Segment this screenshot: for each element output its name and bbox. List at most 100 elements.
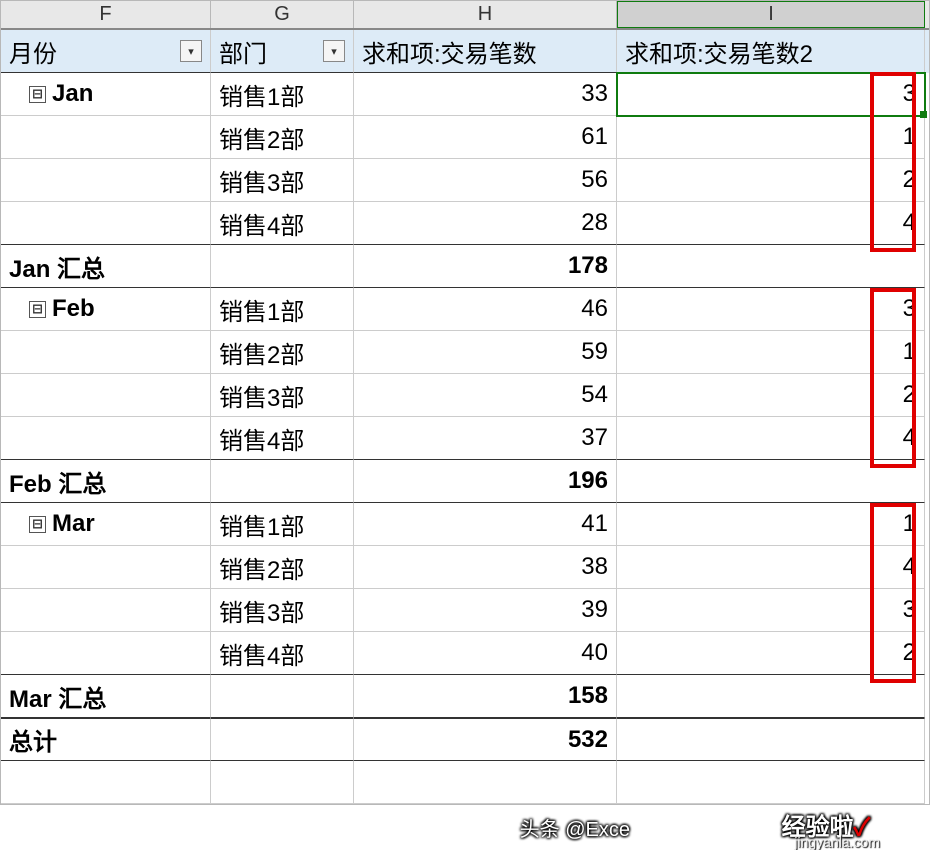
grand-total-value[interactable]: 532 <box>354 718 617 761</box>
empty-cell[interactable] <box>1 116 211 159</box>
empty-cell[interactable] <box>617 245 925 288</box>
value1-cell[interactable]: 59 <box>354 331 617 374</box>
watermark-url: jingyanla.com <box>794 834 880 850</box>
dept-cell[interactable]: 销售1部 <box>211 503 354 546</box>
group-label-cell[interactable]: ⊟ Feb <box>1 288 211 331</box>
value2-cell[interactable]: 2 <box>617 632 925 675</box>
value1-cell[interactable]: 41 <box>354 503 617 546</box>
collapse-icon[interactable]: ⊟ <box>29 516 46 533</box>
empty-cell[interactable] <box>617 460 925 503</box>
empty-cell[interactable] <box>211 718 354 761</box>
value1-cell[interactable]: 61 <box>354 116 617 159</box>
subtotal-row: Jan 汇总 178 <box>1 245 929 288</box>
table-row: 销售4部 40 2 <box>1 632 929 675</box>
grand-total-label[interactable]: 总计 <box>1 718 211 761</box>
value2-cell[interactable]: 1 <box>617 503 925 546</box>
column-header-row: F G H I <box>1 1 929 30</box>
group-name: Jan <box>52 80 93 108</box>
empty-cell[interactable] <box>617 761 925 804</box>
value1-cell[interactable]: 28 <box>354 202 617 245</box>
dropdown-icon[interactable]: ▾ <box>180 40 202 62</box>
dept-cell[interactable]: 销售3部 <box>211 159 354 202</box>
empty-cell[interactable] <box>617 718 925 761</box>
empty-cell[interactable] <box>1 202 211 245</box>
pivot-header-row: 月份 ▾ 部门 ▾ 求和项:交易笔数 求和项:交易笔数2 <box>1 30 929 73</box>
value1-cell[interactable]: 56 <box>354 159 617 202</box>
subtotal-label[interactable]: Feb 汇总 <box>1 460 211 503</box>
value1-cell[interactable]: 40 <box>354 632 617 675</box>
empty-cell[interactable] <box>1 159 211 202</box>
empty-cell[interactable] <box>211 245 354 288</box>
empty-cell[interactable] <box>1 374 211 417</box>
dept-cell[interactable]: 销售1部 <box>211 73 354 116</box>
collapse-icon[interactable]: ⊟ <box>29 301 46 318</box>
empty-cell[interactable] <box>1 632 211 675</box>
collapse-icon[interactable]: ⊟ <box>29 86 46 103</box>
empty-cell[interactable] <box>1 761 211 804</box>
header-sum1[interactable]: 求和项:交易笔数 <box>354 30 617 73</box>
header-dept[interactable]: 部门 ▾ <box>211 30 354 73</box>
value2-cell[interactable]: 1 <box>617 331 925 374</box>
col-header-f[interactable]: F <box>1 1 211 28</box>
group-label-cell[interactable]: ⊟ Mar <box>1 503 211 546</box>
empty-cell[interactable] <box>1 331 211 374</box>
table-row: 销售4部 28 4 <box>1 202 929 245</box>
value2-cell[interactable]: 4 <box>617 417 925 460</box>
subtotal-value[interactable]: 178 <box>354 245 617 288</box>
empty-cell[interactable] <box>1 589 211 632</box>
value1-cell[interactable]: 54 <box>354 374 617 417</box>
value2-cell[interactable]: 3 <box>617 589 925 632</box>
spreadsheet-grid: F G H I 月份 ▾ 部门 ▾ 求和项:交易笔数 求和项:交易笔数2 ⊟ J… <box>0 0 930 805</box>
value1-cell[interactable]: 39 <box>354 589 617 632</box>
subtotal-row: Mar 汇总 158 <box>1 675 929 718</box>
subtotal-label[interactable]: Mar 汇总 <box>1 675 211 718</box>
subtotal-label[interactable]: Jan 汇总 <box>1 245 211 288</box>
header-month[interactable]: 月份 ▾ <box>1 30 211 73</box>
empty-cell[interactable] <box>617 675 925 718</box>
dept-cell[interactable]: 销售4部 <box>211 417 354 460</box>
col-header-g[interactable]: G <box>211 1 354 28</box>
col-header-i[interactable]: I <box>617 1 925 28</box>
table-row: 销售2部 61 1 <box>1 116 929 159</box>
table-row: ⊟ Feb 销售1部 46 3 <box>1 288 929 331</box>
table-row: 销售2部 38 4 <box>1 546 929 589</box>
dept-cell[interactable]: 销售4部 <box>211 632 354 675</box>
dept-cell[interactable]: 销售2部 <box>211 331 354 374</box>
dept-cell[interactable]: 销售2部 <box>211 546 354 589</box>
dept-cell[interactable]: 销售3部 <box>211 589 354 632</box>
grand-total-row: 总计 532 <box>1 718 929 761</box>
empty-cell[interactable] <box>1 417 211 460</box>
dept-cell[interactable]: 销售3部 <box>211 374 354 417</box>
group-label-cell[interactable]: ⊟ Jan <box>1 73 211 116</box>
header-sum2[interactable]: 求和项:交易笔数2 <box>617 30 925 73</box>
value2-cell[interactable]: 3 <box>617 288 925 331</box>
group-name: Feb <box>52 295 95 323</box>
dept-cell[interactable]: 销售1部 <box>211 288 354 331</box>
table-row: 销售2部 59 1 <box>1 331 929 374</box>
value2-cell[interactable]: 4 <box>617 546 925 589</box>
empty-cell[interactable] <box>211 460 354 503</box>
fill-handle[interactable] <box>920 111 927 118</box>
dept-cell[interactable]: 销售2部 <box>211 116 354 159</box>
value1-cell[interactable]: 46 <box>354 288 617 331</box>
subtotal-value[interactable]: 158 <box>354 675 617 718</box>
value2-cell[interactable]: 1 <box>617 116 925 159</box>
value1-cell[interactable]: 37 <box>354 417 617 460</box>
empty-cell[interactable] <box>1 546 211 589</box>
value2-cell[interactable]: 3 <box>617 73 925 116</box>
empty-cell[interactable] <box>211 675 354 718</box>
value1-cell[interactable]: 38 <box>354 546 617 589</box>
group-name: Mar <box>52 510 95 538</box>
dept-cell[interactable]: 销售4部 <box>211 202 354 245</box>
empty-cell[interactable] <box>211 761 354 804</box>
value2-cell[interactable]: 2 <box>617 159 925 202</box>
table-row: 销售3部 39 3 <box>1 589 929 632</box>
dropdown-icon[interactable]: ▾ <box>323 40 345 62</box>
value1-cell[interactable]: 33 <box>354 73 617 116</box>
col-header-h[interactable]: H <box>354 1 617 28</box>
empty-cell[interactable] <box>354 761 617 804</box>
table-row: ⊟ Mar 销售1部 41 1 <box>1 503 929 546</box>
value2-cell[interactable]: 4 <box>617 202 925 245</box>
subtotal-value[interactable]: 196 <box>354 460 617 503</box>
value2-cell[interactable]: 2 <box>617 374 925 417</box>
